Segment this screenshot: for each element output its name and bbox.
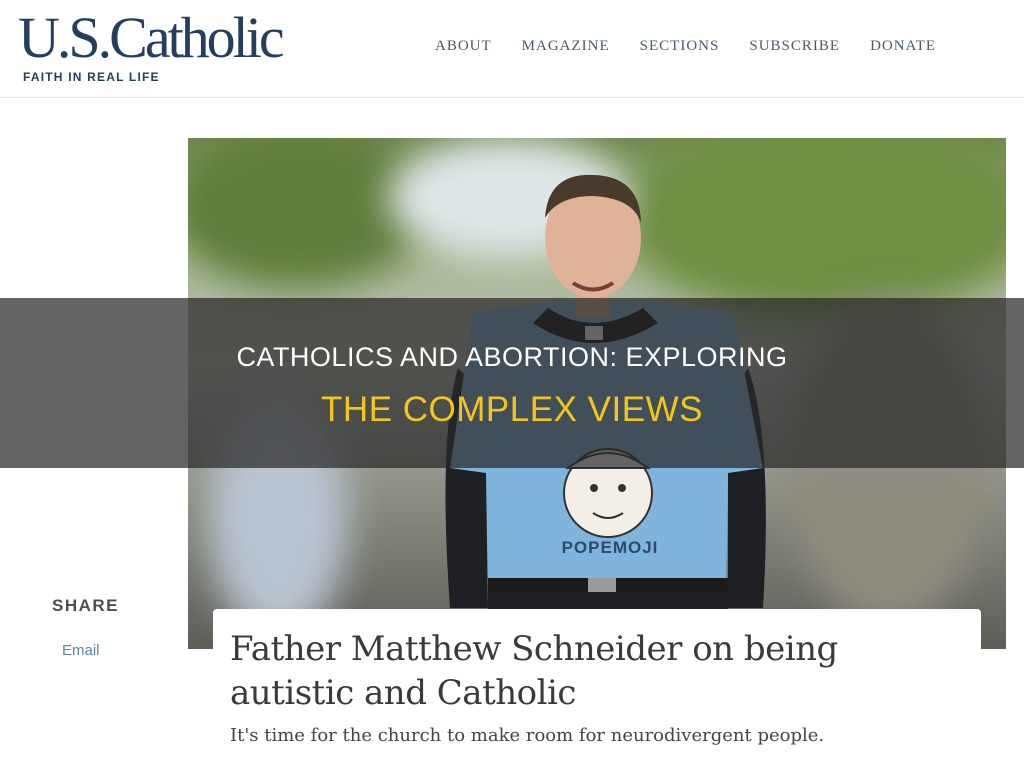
logo-text[interactable]: U.S.Catholic	[18, 9, 285, 67]
nav-donate[interactable]: DONATE	[870, 38, 936, 55]
share-email-link[interactable]: Email	[62, 642, 100, 659]
nav-about[interactable]: ABOUT	[435, 38, 492, 55]
article-subtitle: It's time for the church to make room fo…	[230, 725, 825, 746]
headline-banner: CATHOLICS AND ABORTION: EXPLORING THE CO…	[0, 298, 1024, 468]
nav-subscribe[interactable]: SUBSCRIBE	[749, 38, 840, 55]
share-heading: SHARE	[52, 596, 120, 615]
nav-magazine[interactable]: MAGAZINE	[522, 38, 610, 55]
nav-sections[interactable]: SECTIONS	[640, 38, 720, 55]
article-title[interactable]: Father Matthew Schneider on being autist…	[230, 627, 930, 715]
banner-headline-line2: THE COMPLEX VIEWS	[321, 390, 703, 429]
site-header: U.S.Catholic FAITH IN REAL LIFE ABOUT MA…	[0, 0, 1024, 98]
shirt-text: POPEMOJI	[561, 538, 659, 557]
banner-headline-line1: CATHOLICS AND ABORTION: EXPLORING	[236, 342, 788, 372]
main-nav: ABOUT MAGAZINE SECTIONS SUBSCRIBE DONATE	[435, 38, 966, 55]
logo-tagline: FAITH IN REAL LIFE	[23, 70, 160, 84]
site-logo[interactable]: U.S.Catholic FAITH IN REAL LIFE	[18, 9, 285, 85]
article-card: Father Matthew Schneider on being autist…	[213, 609, 981, 764]
